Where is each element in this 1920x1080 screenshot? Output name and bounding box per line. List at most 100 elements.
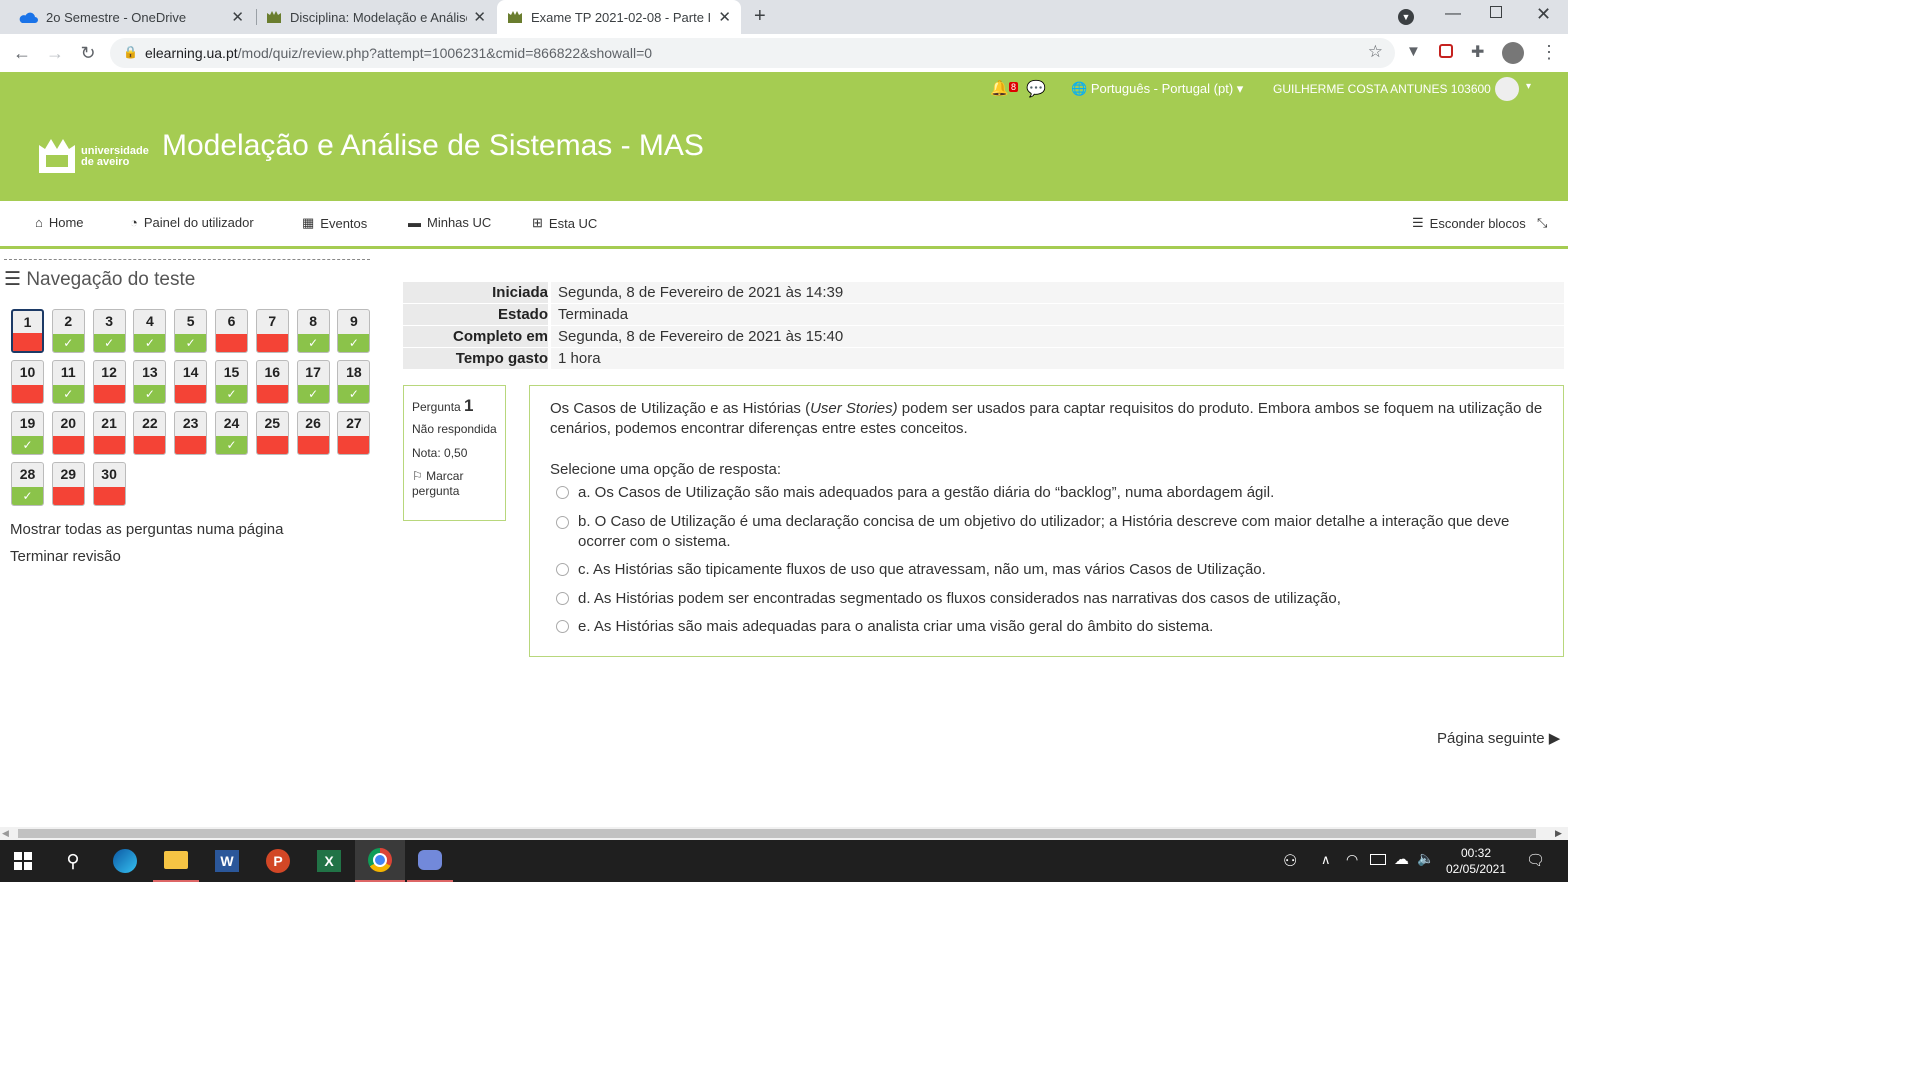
quiz-nav-button-23[interactable]: 23: [174, 411, 208, 455]
quiz-nav-button-13[interactable]: 13 ✓: [133, 360, 167, 404]
search-icon[interactable]: ⚲: [50, 840, 96, 882]
quiz-nav-button-16[interactable]: 16: [255, 360, 289, 404]
quiz-nav-button-9[interactable]: 9 ✓: [337, 309, 371, 353]
ua-logo[interactable]: [38, 135, 78, 175]
user-name[interactable]: GUILHERME COSTA ANTUNES 103600: [1273, 82, 1491, 96]
quiz-nav-button-28[interactable]: 28 ✓: [11, 462, 44, 506]
show-all-link[interactable]: Mostrar todas as perguntas numa página: [10, 521, 284, 538]
url-text[interactable]: elearning.ua.pt/mod/quiz/review.php?atte…: [145, 45, 652, 61]
powerpoint-icon[interactable]: P: [255, 840, 301, 882]
quiz-nav-button-11[interactable]: 11 ✓: [51, 360, 85, 404]
file-explorer-icon[interactable]: [153, 840, 199, 882]
browser-tab-disciplina[interactable]: Disciplina: Modelação e Análise d ✕: [256, 0, 496, 34]
quiz-nav-button-4[interactable]: 4 ✓: [133, 309, 167, 353]
quiz-nav-button-3[interactable]: 3 ✓: [92, 309, 126, 353]
close-tab-icon[interactable]: ✕: [473, 8, 486, 26]
answer-option-b[interactable]: b. O Caso de Utilização é uma declaração…: [556, 512, 1536, 552]
radio-button[interactable]: [556, 486, 569, 499]
restore-icon[interactable]: [1490, 6, 1502, 18]
answer-option-d[interactable]: d. As Histórias podem ser encontradas se…: [556, 590, 1536, 607]
scrollbar-thumb[interactable]: [18, 829, 1536, 838]
quiz-nav-button-18[interactable]: 18 ✓: [337, 360, 371, 404]
quiz-nav-button-19[interactable]: 19 ✓: [11, 411, 44, 455]
close-window-icon[interactable]: ✕: [1536, 4, 1551, 25]
new-tab-icon[interactable]: +: [754, 5, 766, 28]
minimize-icon[interactable]: —: [1445, 5, 1461, 23]
answer-option-c[interactable]: c. As Histórias são tipicamente fluxos d…: [556, 561, 1536, 578]
fullscreen-toggle-icon[interactable]: ⤡: [1537, 215, 1547, 231]
radio-button[interactable]: [556, 592, 569, 605]
discord-icon[interactable]: [407, 840, 453, 882]
messages-icon[interactable]: 💬: [1026, 79, 1046, 99]
extension-icon[interactable]: [1439, 44, 1453, 58]
quiz-nav-button-21[interactable]: 21: [92, 411, 126, 455]
menu-dots-icon[interactable]: ⋮: [1540, 42, 1558, 63]
nav-dashboard[interactable]: ◔ Painel do utilizador: [130, 215, 254, 230]
answer-option-e[interactable]: e. As Histórias são mais adequadas para …: [556, 618, 1536, 635]
hide-blocks-button[interactable]: ☰ Esconder blocos: [1412, 215, 1526, 231]
tab-search-icon[interactable]: ▼: [1398, 9, 1414, 25]
answer-option-a[interactable]: a. Os Casos de Utilização são mais adequ…: [556, 484, 1536, 501]
onedrive-tray-icon[interactable]: ☁: [1394, 850, 1409, 868]
profile-avatar[interactable]: [1502, 42, 1524, 64]
quiz-nav-button-10[interactable]: 10: [11, 360, 44, 404]
edge-icon[interactable]: [102, 840, 148, 882]
battery-icon[interactable]: [1370, 854, 1386, 865]
notifications-icon[interactable]: 🗨: [1526, 851, 1545, 869]
quiz-nav-button-22[interactable]: 22: [133, 411, 167, 455]
radio-button[interactable]: [556, 516, 569, 529]
quiz-nav-button-14[interactable]: 14: [174, 360, 208, 404]
close-tab-icon[interactable]: ✕: [718, 8, 731, 26]
nav-events[interactable]: ▦ Eventos: [302, 215, 367, 231]
nav-my-courses[interactable]: ▬ Minhas UC: [408, 215, 491, 230]
chrome-icon[interactable]: [355, 840, 405, 882]
word-icon[interactable]: W: [204, 840, 250, 882]
bell-icon[interactable]: 🔔: [990, 79, 1009, 97]
close-tab-icon[interactable]: ✕: [231, 8, 244, 26]
user-menu-caret-icon[interactable]: ▾: [1526, 81, 1531, 92]
bookmark-star-icon[interactable]: ☆: [1368, 42, 1383, 62]
reload-icon[interactable]: ↻: [77, 42, 99, 64]
quiz-nav-button-6[interactable]: 6: [215, 309, 248, 353]
quiz-nav-button-20[interactable]: 20: [51, 411, 85, 455]
quiz-nav-button-15[interactable]: 15 ✓: [215, 360, 248, 404]
address-bar[interactable]: 🔒 elearning.ua.pt/mod/quiz/review.php?at…: [110, 38, 1395, 68]
nav-this-course[interactable]: ⊞ Esta UC: [532, 215, 597, 231]
course-title[interactable]: Modelação e Análise de Sistemas - MAS: [162, 129, 704, 163]
language-menu[interactable]: 🌐 Português - Portugal (pt) ▾: [1071, 81, 1243, 97]
next-page-link[interactable]: Página seguinte ▶: [1437, 729, 1560, 747]
quiz-nav-button-30[interactable]: 30: [92, 462, 126, 506]
radio-button[interactable]: [556, 620, 569, 633]
radio-button[interactable]: [556, 563, 569, 576]
back-icon[interactable]: ←: [11, 42, 33, 64]
quiz-nav-button-25[interactable]: 25: [255, 411, 289, 455]
quiz-nav-button-24[interactable]: 24 ✓: [215, 411, 248, 455]
user-avatar[interactable]: [1495, 77, 1519, 101]
tray-expand-icon[interactable]: ∧: [1321, 852, 1331, 868]
wifi-icon[interactable]: ◠: [1346, 851, 1358, 868]
scroll-left-icon[interactable]: ◀: [2, 828, 9, 839]
clock[interactable]: 00:32 02/05/2021: [1445, 845, 1507, 877]
nav-home[interactable]: ⌂ Home: [35, 215, 84, 230]
flag-question-button[interactable]: ⚐ Marcar pergunta: [412, 469, 497, 499]
puzzle-icon[interactable]: ✚: [1471, 42, 1484, 62]
finish-review-link[interactable]: Terminar revisão: [10, 548, 121, 565]
quiz-nav-button-2[interactable]: 2 ✓: [51, 309, 85, 353]
browser-tab-onedrive[interactable]: 2o Semestre - OneDrive ✕: [8, 0, 254, 34]
volume-icon[interactable]: 🔈: [1417, 850, 1434, 867]
people-icon[interactable]: ⚇: [1283, 851, 1297, 871]
quiz-nav-button-7[interactable]: 7: [255, 309, 289, 353]
horizontal-scrollbar[interactable]: ◀ ▶: [0, 827, 1568, 840]
quiz-nav-button-8[interactable]: 8 ✓: [296, 309, 330, 353]
forward-icon[interactable]: →: [44, 42, 66, 64]
windows-start-icon[interactable]: [0, 840, 46, 882]
quiz-nav-button-5[interactable]: 5 ✓: [174, 309, 208, 353]
quiz-nav-button-29[interactable]: 29: [51, 462, 85, 506]
scroll-right-icon[interactable]: ▶: [1555, 828, 1562, 839]
extension-filter-icon[interactable]: ▼: [1406, 43, 1421, 60]
excel-icon[interactable]: X: [306, 840, 352, 882]
quiz-nav-button-12[interactable]: 12: [92, 360, 126, 404]
quiz-nav-button-17[interactable]: 17 ✓: [296, 360, 330, 404]
quiz-nav-button-26[interactable]: 26: [296, 411, 330, 455]
quiz-nav-button-1[interactable]: 1: [11, 309, 44, 353]
